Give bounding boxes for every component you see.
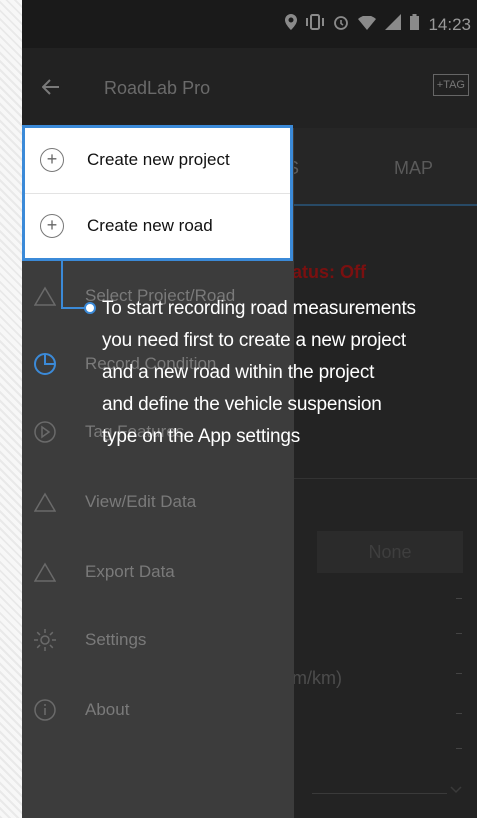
app-bar: RoadLab Pro +TAG (22, 48, 477, 128)
highlighted-create-menu: + Create new project + Create new road (22, 125, 293, 261)
vibrate-icon (306, 14, 325, 35)
signal-icon (385, 14, 402, 35)
nav-label: Settings (85, 630, 147, 649)
callout-dot (84, 302, 96, 314)
wifi-icon (358, 14, 377, 35)
create-new-project-item[interactable]: + Create new project (25, 128, 290, 192)
status-bar: 14:23 (22, 0, 477, 48)
dash-mark (456, 633, 462, 634)
dash-mark (456, 673, 462, 674)
iri-label: m/km) (292, 668, 342, 688)
chevron-down-icon[interactable] (450, 781, 462, 797)
tab-map[interactable]: MAP (394, 158, 433, 179)
phone-screen: 14:23 RoadLab Pro +TAG S MAP atus: Off N… (22, 0, 477, 818)
tag-button[interactable]: +TAG (432, 74, 469, 96)
gear-icon (32, 627, 58, 653)
nav-label: View/Edit Data (85, 492, 197, 511)
play-circle-icon (32, 419, 58, 445)
nav-item-view-edit-data[interactable]: View/Edit Data (22, 468, 294, 536)
location-icon (285, 14, 298, 35)
divider (292, 478, 477, 479)
callout-connector (61, 261, 63, 309)
info-icon (32, 697, 58, 723)
create-new-project-label: Create new project (87, 150, 230, 169)
dash-mark (456, 713, 462, 714)
back-arrow-icon[interactable] (41, 72, 60, 103)
plus-circle-icon: + (40, 214, 64, 238)
app-title: RoadLab Pro (104, 78, 211, 98)
nav-item-export-data[interactable]: Export Data (22, 538, 294, 606)
mountain-icon (32, 283, 58, 309)
mountain-icon (32, 489, 58, 515)
create-new-road-item[interactable]: + Create new road (25, 194, 290, 258)
nav-label: About (85, 700, 130, 719)
recording-status: atus: Off (292, 262, 366, 282)
dash-mark (456, 598, 462, 599)
dash-mark (456, 748, 462, 749)
nav-item-settings[interactable]: Settings (22, 606, 294, 674)
none-button[interactable]: None (317, 531, 463, 573)
mountain-icon (32, 559, 58, 585)
create-new-road-label: Create new road (87, 216, 213, 235)
bottom-line (312, 793, 447, 794)
clock-icon (32, 351, 58, 377)
status-time: 14:23 (428, 14, 471, 34)
left-pattern-border (0, 0, 22, 818)
nav-label: Export Data (85, 562, 175, 581)
tutorial-callout-text: To start recording road measurements you… (102, 298, 416, 447)
nav-item-about[interactable]: About (22, 676, 294, 744)
battery-icon (410, 14, 420, 35)
tab-indicator (262, 204, 477, 206)
plus-circle-icon: + (40, 148, 64, 172)
alarm-icon (333, 14, 349, 35)
